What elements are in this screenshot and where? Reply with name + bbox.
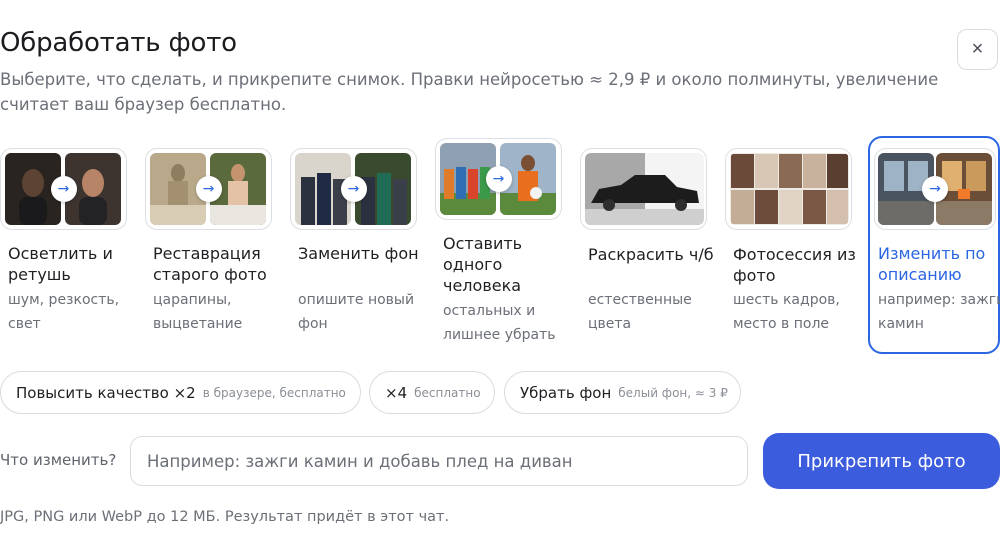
chip-label: Повысить качество ×2 [16,383,196,402]
dialog-title: Обработать фото [0,28,237,58]
arrow-right-icon: → [195,176,222,202]
card-title: Реставрация старого фото [153,244,267,284]
option-card-retouch[interactable]: → Осветлить и ретушь шум, резкость, свет [0,138,135,353]
upload-hint: JPG, PNG или WebP до 12 МБ. Результат пр… [0,509,450,525]
card-title: Изменить по описанию [878,244,986,284]
close-icon[interactable]: × [957,29,998,70]
card-title: Заменить фон [298,244,419,263]
option-card-photoshoot[interactable]: Фотосессия из фото шесть кадров, место в… [725,138,860,353]
card-preview [580,148,707,230]
chip-note: в браузере, бесплатно [202,385,346,400]
prompt-input[interactable] [130,436,748,486]
chip-note: белый фон, ≈ 3 ₽ [618,385,728,400]
card-description: шесть кадров, место в поле [733,292,840,332]
card-preview: → [290,148,417,230]
option-card-colorize[interactable]: Раскрасить ч/б естественные цвета [580,138,715,353]
dialog-subtitle: Выберите, что сделать, и прикрепите сним… [0,70,939,114]
prompt-label: Что изменить? [0,451,117,469]
chip-upscale-x2[interactable]: Повысить качество ×2 в браузере, бесплат… [0,371,361,414]
card-title: Осветлить и ретушь [8,244,113,284]
arrow-right-icon: → [485,166,512,192]
arrow-right-icon: → [340,176,367,202]
preview-grid-image [730,153,849,225]
option-card-edit-by-description[interactable]: → Изменить по описанию например: зажги к… [868,136,1000,354]
card-preview [725,148,852,230]
chip-remove-background[interactable]: Убрать фон белый фон, ≈ 3 ₽ [504,371,741,414]
card-title: Раскрасить ч/б [588,245,714,264]
card-description: например: зажги камин [878,292,1000,332]
chip-note: бесплатно [414,385,481,400]
option-card-replace-background[interactable]: → Заменить фон опишите новый фон [290,138,425,353]
option-card-restoration[interactable]: → Реставрация старого фото царапины, выц… [145,138,280,353]
preview-split-image [585,153,704,225]
chip-label: ×4 [385,383,408,402]
arrow-right-icon: → [50,176,77,202]
chip-upscale-x4[interactable]: ×4 бесплатно [369,371,495,414]
arrow-right-icon: → [922,176,948,202]
card-description: царапины, выцветание [153,292,243,332]
card-title: Фотосессия из фото [733,245,856,285]
attach-photo-button[interactable]: Прикрепить фото [763,433,1000,489]
card-description: шум, резкость, свет [8,292,120,332]
card-description: остальных и лишнее убрать [443,303,556,343]
chip-label: Убрать фон [520,383,612,402]
card-preview: → [874,148,996,230]
card-description: опишите новый фон [298,292,415,332]
card-preview: → [0,148,127,230]
card-preview: → [435,138,562,220]
card-title: Оставить одного человека [443,234,523,295]
card-preview: → [145,148,272,230]
card-description: естественные цвета [588,292,692,332]
option-card-keep-one-person[interactable]: → Оставить одного человека остальных и л… [435,138,570,353]
